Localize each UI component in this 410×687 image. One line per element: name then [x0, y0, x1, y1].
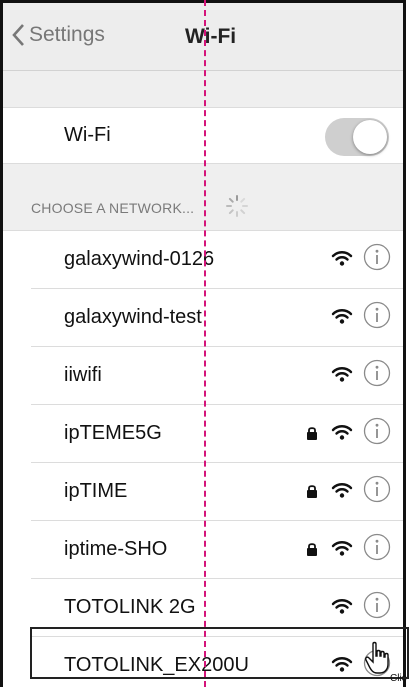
network-row[interactable]: iiwifi	[3, 347, 403, 405]
network-name: iptime-SHO	[64, 538, 168, 560]
hand-cursor-icon	[365, 641, 389, 674]
info-icon[interactable]	[363, 533, 391, 561]
info-icon[interactable]	[363, 591, 391, 619]
lock-icon	[307, 427, 317, 440]
back-label: Settings	[29, 23, 105, 46]
network-name: galaxywind-test	[64, 306, 202, 328]
info-icon[interactable]	[363, 243, 391, 271]
wifi-toggle-switch[interactable]	[325, 118, 389, 156]
network-name: TOTOLINK 2G	[64, 596, 196, 618]
network-name: ipTEME5G	[64, 422, 162, 444]
lock-icon	[307, 485, 317, 498]
section-header: CHOOSE A NETWORK...	[3, 164, 403, 231]
guide-dashed-line	[204, 0, 206, 687]
network-row[interactable]: galaxywind-test	[3, 289, 403, 347]
wifi-toggle-label: Wi-Fi	[64, 124, 111, 146]
wifi-icon	[331, 251, 353, 266]
lock-icon	[307, 543, 317, 556]
network-row[interactable]: ipTIME	[3, 463, 403, 521]
wifi-icon	[331, 599, 353, 614]
wifi-icon	[331, 541, 353, 556]
cursor-label: Clic	[390, 673, 407, 684]
info-icon[interactable]	[363, 301, 391, 329]
page-title: Wi-Fi	[185, 25, 237, 48]
network-row[interactable]: ipTEME5G	[3, 405, 403, 463]
wifi-icon	[331, 425, 353, 440]
toggle-knob	[353, 120, 387, 154]
network-name: galaxywind-0126	[64, 248, 215, 270]
info-icon[interactable]	[363, 475, 391, 503]
wifi-icon	[331, 657, 353, 672]
chevron-left-icon	[12, 24, 24, 46]
spinner-icon	[226, 195, 248, 217]
section-header-label: CHOOSE A NETWORK...	[31, 200, 195, 216]
wifi-icon	[331, 309, 353, 324]
info-icon[interactable]	[363, 417, 391, 445]
network-row[interactable]: TOTOLINK_EX200U	[3, 637, 403, 687]
group-spacer	[3, 71, 403, 108]
wifi-icon	[331, 483, 353, 498]
wifi-icon	[331, 367, 353, 382]
network-row[interactable]: galaxywind-0126	[3, 231, 403, 289]
network-row[interactable]: TOTOLINK 2G	[3, 579, 403, 637]
network-name: TOTOLINK_EX200U	[64, 654, 249, 676]
network-name: iiwifi	[64, 364, 102, 386]
settings-screen: Settings Wi-Fi Wi-Fi CHOOSE A NETWORK...…	[0, 0, 406, 687]
network-row[interactable]: iptime-SHO	[3, 521, 403, 579]
back-button[interactable]: Settings	[11, 23, 105, 47]
navigation-bar: Settings Wi-Fi	[3, 3, 403, 71]
info-icon[interactable]	[363, 359, 391, 387]
network-name: ipTIME	[64, 480, 128, 502]
wifi-toggle-row: Wi-Fi	[3, 108, 403, 164]
